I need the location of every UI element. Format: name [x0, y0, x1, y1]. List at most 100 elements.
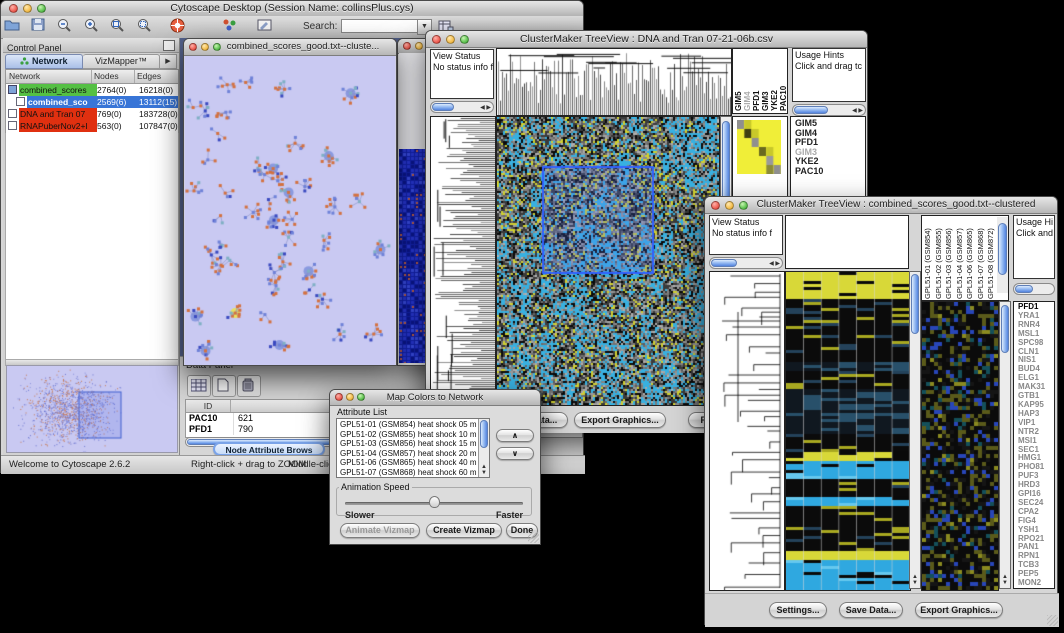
attribute-list-item[interactable]: GPL51-01 (GSM854) heat shock 05 min [338, 420, 477, 430]
table-mode-icon[interactable] [187, 375, 211, 397]
network-table-row[interactable]: combined_scores2764(0)16218(0) [6, 84, 178, 96]
search-input[interactable] [341, 19, 419, 33]
move-down-button[interactable]: ∨ [496, 447, 534, 460]
create-vizmap-button[interactable]: Create Vizmap [426, 523, 502, 538]
tab-vizmapper[interactable]: VizMapper™ [83, 54, 160, 69]
tv2-labels-vscrollbar[interactable] [997, 217, 1008, 293]
minimize-button[interactable] [346, 393, 354, 401]
resize-grip[interactable] [528, 532, 539, 543]
main-titlebar[interactable]: Cytoscape Desktop (Session Name: collins… [1, 1, 583, 17]
zoom-selected-icon[interactable] [134, 17, 154, 34]
tv1-column-label[interactable]: PAC10 [779, 51, 788, 111]
minimize-button[interactable] [446, 35, 455, 44]
tv2-status-hscrollbar[interactable]: ◀ ▶ [709, 257, 783, 269]
attribute-list-item[interactable]: GPL51-06 (GSM865) heat shock 40 min [338, 458, 477, 468]
tv1-column-label[interactable]: GIM5 [734, 51, 743, 111]
tv1-row-dendrogram[interactable] [430, 116, 496, 406]
tv1-column-label[interactable]: GIM3 [761, 51, 770, 111]
close-button[interactable] [189, 43, 197, 51]
col-network[interactable]: Network [6, 70, 92, 83]
network-canvas[interactable] [185, 56, 395, 365]
tv2-column-label[interactable]: GPL51-03 (GSM856) [944, 217, 955, 299]
tv1-column-label[interactable]: PFD1 [752, 51, 761, 111]
tv2-secondary-heatmap[interactable] [921, 301, 999, 591]
network-table-row[interactable]: DNA and Tran 07769(0)183728(0) [6, 108, 178, 120]
tv2-heatmap[interactable] [785, 271, 911, 591]
minimize-button[interactable] [201, 43, 209, 51]
tv2-hints-hscrollbar[interactable] [1013, 283, 1055, 295]
close-button[interactable] [335, 393, 343, 401]
float-panel-icon[interactable] [163, 40, 175, 51]
tv2-view-status-label: View Status [712, 217, 780, 228]
zoom-button[interactable] [739, 201, 748, 210]
control-panel: Control Panel Network VizMapper™ ▶ Netwo… [3, 38, 180, 455]
zoom-button[interactable] [213, 43, 221, 51]
zoom-button[interactable] [460, 35, 469, 44]
network-table-row[interactable]: combined_sco2569(6)13112(15) [6, 96, 178, 108]
zoom-fit-icon[interactable] [108, 17, 128, 34]
attribute-list-vscrollbar[interactable]: ▲▼ [478, 419, 489, 477]
id-column-header[interactable]: ID [186, 400, 231, 412]
vizmapper-node-icon[interactable] [219, 17, 239, 34]
tv2-gene-label[interactable]: MON2 [1016, 579, 1054, 588]
zoom-in-icon[interactable] [81, 17, 101, 34]
tv2-column-label[interactable]: GPL51-06 (GSM865) [965, 217, 976, 299]
status-welcome: Welcome to Cytoscape 2.6.2 [9, 456, 130, 474]
attribute-list-item[interactable]: GPL51-04 (GSM857) heat shock 20 min [338, 449, 477, 459]
close-button[interactable] [432, 35, 441, 44]
close-button[interactable] [711, 201, 720, 210]
tv1-hints-hscrollbar[interactable]: ◀ ▶ [792, 104, 866, 116]
tv1-column-label[interactable]: GIM4 [743, 51, 752, 111]
attribute-list-item[interactable]: GPL51-03 (GSM856) heat shock 15 min [338, 439, 477, 449]
tv2-genes-vscrollbar[interactable]: ▲▼ [999, 301, 1011, 589]
network-table-row[interactable]: RNAPuberNov2+I563(0)107847(0) [6, 120, 178, 132]
tv2-column-label[interactable]: GPL51-08 (GSM872) [986, 217, 997, 299]
zoom-out-icon[interactable] [55, 17, 75, 34]
tv2-column-label[interactable]: GPL51-02 (GSM855) [934, 217, 945, 299]
minimize-button[interactable] [725, 201, 734, 210]
minimize-button[interactable] [23, 4, 32, 13]
network-nodes: 769(0) [97, 108, 139, 120]
save-icon[interactable] [28, 17, 48, 34]
minimize-button[interactable] [415, 42, 423, 50]
tv1-column-label[interactable]: YKE2 [770, 51, 779, 111]
annotation-icon[interactable] [255, 17, 275, 34]
tv2-heatmap-vscrollbar[interactable]: ▲▼ [909, 271, 921, 589]
col-nodes[interactable]: Nodes [92, 70, 135, 83]
delete-attribute-trash-icon[interactable] [237, 375, 261, 397]
attribute-listbox[interactable]: GPL51-01 (GSM854) heat shock 05 minGPL51… [336, 418, 490, 478]
col-edges[interactable]: Edges [135, 70, 178, 83]
node-attribute-browser-button[interactable]: Node Attribute Brows [213, 442, 325, 456]
tv2-export-graphics-button[interactable]: Export Graphics... [915, 602, 1003, 618]
tv2-column-label[interactable]: GPL51-07 (GSM868) [976, 217, 987, 299]
resize-grip[interactable] [1047, 615, 1058, 626]
tv2-row-dendrogram[interactable] [709, 271, 785, 591]
tv2-column-label[interactable]: GPL51-04 (GSM857) [955, 217, 966, 299]
tv2-column-label[interactable]: GPL51-01 (GSM854) [923, 217, 934, 299]
zoom-button[interactable] [37, 4, 46, 13]
zoom-button[interactable] [357, 393, 365, 401]
tv2-settings-button[interactable]: Settings... [769, 602, 827, 618]
tv2-column-dendrogram-area[interactable] [785, 215, 909, 269]
speed-slider-thumb[interactable] [429, 496, 440, 508]
tv1-column-dendrogram[interactable] [496, 48, 732, 116]
network-overview-thumbnail[interactable] [6, 365, 178, 453]
tv1-export-graphics-button[interactable]: Export Graphics... [574, 412, 666, 428]
help-lifering-icon[interactable] [168, 17, 188, 34]
attribute-list-item[interactable]: GPL51-07 (GSM868) heat shock 60 min [338, 468, 477, 478]
close-button[interactable] [403, 42, 411, 50]
tab-overflow-arrow[interactable]: ▶ [160, 54, 177, 69]
move-up-button[interactable]: ∧ [496, 429, 534, 442]
animate-vizmap-button[interactable]: Animate Vizmap [340, 523, 420, 538]
new-attribute-icon[interactable] [212, 375, 236, 397]
attribute-list-item[interactable]: GPL51-02 (GSM855) heat shock 10 min [338, 430, 477, 440]
tv1-heatmap[interactable] [496, 116, 720, 406]
close-button[interactable] [9, 4, 18, 13]
tv1-usage-hints-text: Click and drag tc [795, 61, 863, 72]
tv1-global-heatmap-thumbnail[interactable] [737, 120, 781, 174]
tv1-gene-label[interactable]: PAC10 [793, 167, 865, 177]
tv1-status-hscrollbar[interactable]: ◀ ▶ [430, 101, 494, 113]
open-folder-icon[interactable] [2, 17, 22, 34]
tv2-save-data-button[interactable]: Save Data... [839, 602, 903, 618]
tab-network[interactable]: Network [5, 54, 83, 69]
